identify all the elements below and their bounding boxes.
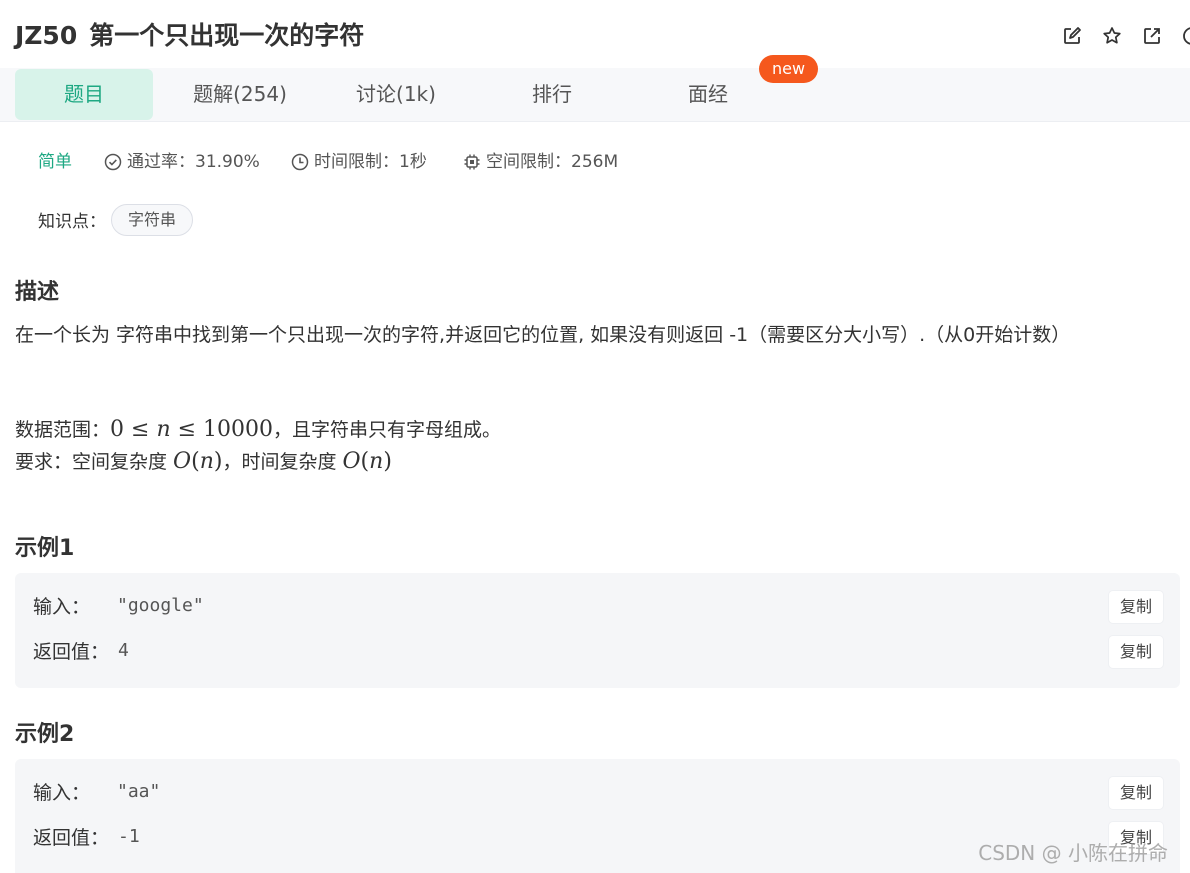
edit-icon[interactable] <box>1060 24 1084 48</box>
example-1-output-label: 返回值： <box>33 641 110 663</box>
new-badge: new <box>759 55 818 83</box>
example-1-input-value: "google" <box>117 595 204 616</box>
knowledge-tag[interactable]: 字符串 <box>111 204 194 236</box>
check-circle-icon <box>104 153 122 171</box>
example-1-input-label: 输入： <box>33 596 91 618</box>
problem-code: JZ50 <box>15 21 78 50</box>
example-1-input-row: 输入： "google" 复制 <box>33 591 1163 623</box>
time-complexity-formula: O(n) <box>342 449 392 474</box>
page-title: JZ50 第一个只出现一次的字符 <box>15 18 364 54</box>
tab-problem[interactable]: 题目 <box>15 69 153 120</box>
complexity-requirement: 要求：空间复杂度 O(n)，时间复杂度 O(n) <box>15 446 392 478</box>
copy-button[interactable]: 复制 <box>1109 777 1163 809</box>
space-complexity-formula: O(n) <box>173 449 223 474</box>
example-2-input-label: 输入： <box>33 782 91 804</box>
copy-button[interactable]: 复制 <box>1109 636 1163 668</box>
description-heading: 描述 <box>15 280 60 305</box>
pass-rate-text: 通过率：31.90% <box>127 152 260 172</box>
title-toolbar <box>1060 24 1190 48</box>
tab-solutions[interactable]: 题解(254) <box>170 69 310 120</box>
tab-discussion[interactable]: 讨论(1k) <box>330 69 462 120</box>
example-2-output-label: 返回值： <box>33 827 110 849</box>
title-row: JZ50 第一个只出现一次的字符 <box>15 18 1190 54</box>
requirement-label: 要求：空间复杂度 <box>15 451 174 473</box>
time-limit: 时间限制：1秒 <box>291 148 427 176</box>
external-link-icon[interactable] <box>1140 24 1164 48</box>
copy-button[interactable]: 复制 <box>1109 591 1163 623</box>
tab-interview[interactable]: 面经 <box>656 69 760 120</box>
example-2-input-row: 输入： "aa" 复制 <box>33 777 1163 809</box>
tab-bar: 题目 题解(254) 讨论(1k) 排行 面经 <box>0 68 1190 122</box>
example-1-box: 输入： "google" 复制 返回值： 4 复制 <box>15 573 1180 688</box>
data-range-formula: 0 ≤ n ≤ 10000 <box>110 417 274 442</box>
star-icon[interactable] <box>1100 24 1124 48</box>
data-range-tail: ，且字符串只有字母组成。 <box>273 419 502 441</box>
data-range: 数据范围：0 ≤ n ≤ 10000，且字符串只有字母组成。 <box>15 414 501 446</box>
requirement-mid: ，时间复杂度 <box>222 451 343 473</box>
knowledge-label: 知识点： <box>38 212 106 232</box>
data-range-label: 数据范围： <box>15 419 111 441</box>
memory-limit-text: 空间限制：256M <box>486 152 619 172</box>
example-2-input-value: "aa" <box>117 781 161 802</box>
clock-icon <box>291 153 309 171</box>
watermark: CSDN @ 小陈在拼命 <box>978 841 1168 865</box>
time-limit-text: 时间限制：1秒 <box>314 152 427 172</box>
difficulty-label: 简单 <box>38 152 72 172</box>
problem-title: 第一个只出现一次的字符 <box>89 21 365 50</box>
pass-rate: 通过率：31.90% <box>104 148 260 176</box>
chip-icon <box>464 154 480 170</box>
tab-ranking[interactable]: 排行 <box>500 69 604 120</box>
example-1-output-value: 4 <box>118 640 129 661</box>
description-text: 在一个长为 字符串中找到第一个只出现一次的字符,并返回它的位置, 如果没有则返回… <box>15 324 1071 346</box>
alert-icon[interactable] <box>1180 24 1190 48</box>
example-1-heading: 示例1 <box>15 536 75 561</box>
memory-limit: 空间限制：256M <box>463 148 618 176</box>
example-1-output-row: 返回值： 4 复制 <box>33 636 1163 668</box>
example-2-heading: 示例2 <box>15 722 75 747</box>
example-2-output-value: -1 <box>118 826 140 847</box>
